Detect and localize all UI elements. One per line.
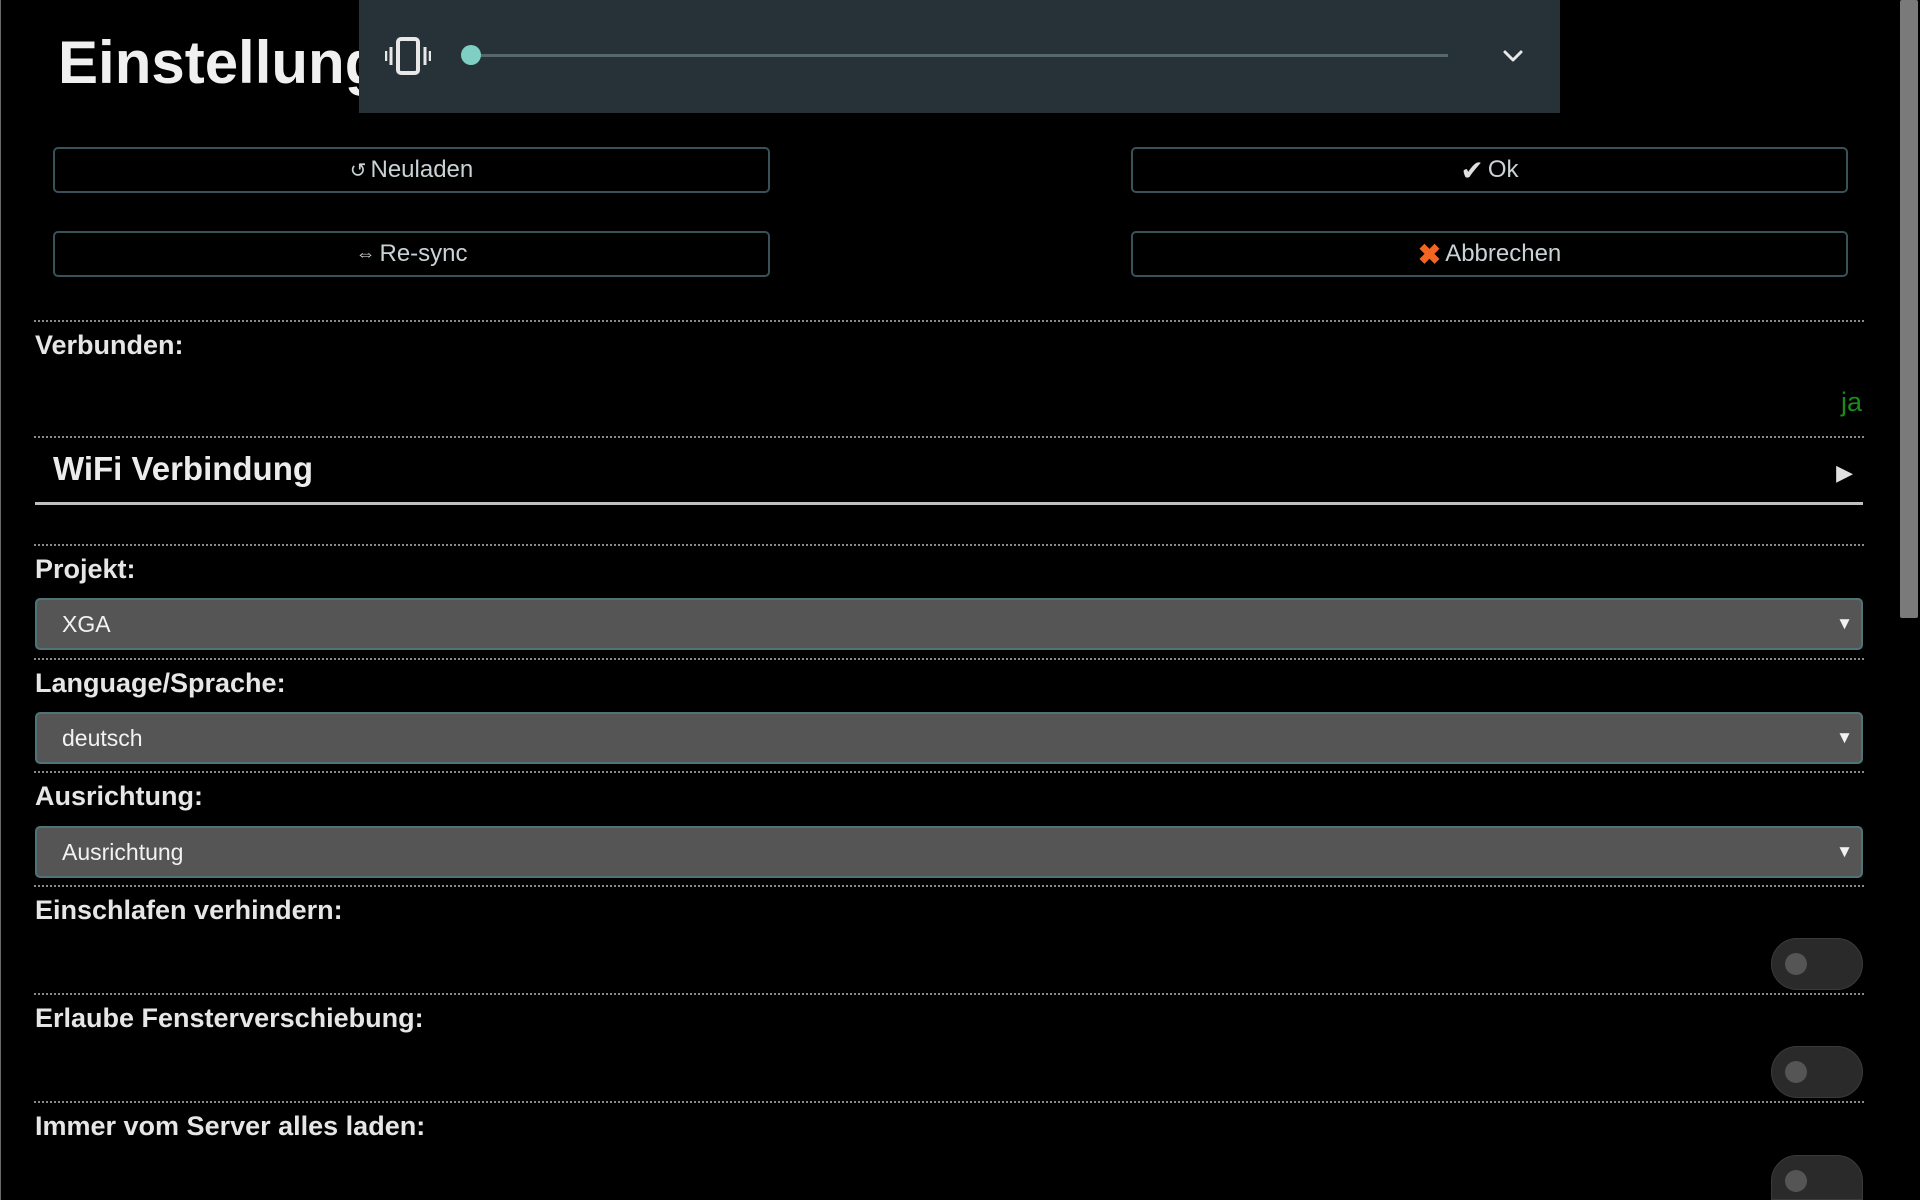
dropdown-arrow-icon: ▼ [1836,614,1853,633]
language-select[interactable]: deutsch ▼ [35,712,1863,764]
wifi-section-title: WiFi Verbindung [53,450,314,487]
resync-button-label: Re-sync [379,240,468,267]
dropdown-arrow-icon: ▼ [1836,728,1853,747]
ok-button[interactable]: ✔ Ok [1131,147,1848,193]
language-label: Language/Sprache: [35,668,286,698]
checkmark-icon: ✔ [1460,154,1484,186]
reload-icon: ↺ [349,159,367,182]
media-control-bar [359,0,1560,113]
orientation-select[interactable]: Ausrichtung ▼ [35,826,1863,878]
scrollbar-thumb[interactable] [1900,0,1918,618]
scrollbar[interactable] [1900,0,1920,1200]
window-border [0,0,1,1200]
divider [34,885,1864,887]
language-select-value: deutsch [62,725,143,751]
divider [34,771,1864,773]
ok-button-label: Ok [1487,156,1519,183]
toggle-knob [1785,1170,1807,1192]
swap-arrows-icon: ⇔ [355,242,376,265]
project-select[interactable]: XGA ▼ [35,598,1863,650]
project-label: Projekt: [35,554,136,584]
toggle-knob [1785,953,1807,975]
expand-triangle-icon[interactable]: ▶ [1836,460,1853,486]
settings-page: Einstellungen ↺ Neuladen ✔ Ok ⇔ Re-sync … [0,0,1920,1200]
divider [34,544,1864,546]
divider [34,1101,1864,1103]
prevent-sleep-label: Einschlafen verhindern: [35,895,343,925]
orientation-select-value: Ausrichtung [62,839,184,865]
always-load-server-toggle[interactable] [1771,1155,1863,1200]
toggle-knob [1785,1061,1807,1083]
cancel-button-label: Abbrechen [1445,240,1562,267]
reload-button-label: Neuladen [370,156,474,183]
reload-button[interactable]: ↺ Neuladen [53,147,770,193]
allow-window-move-toggle[interactable] [1771,1046,1863,1098]
connection-label: Verbunden: [35,330,184,360]
vibrate-icon[interactable] [385,33,431,79]
divider [34,320,1864,322]
always-load-server-label: Immer vom Server alles laden: [35,1111,426,1141]
media-slider-thumb[interactable] [461,45,481,65]
orientation-label: Ausrichtung: [35,781,203,811]
prevent-sleep-toggle[interactable] [1771,938,1863,990]
divider [34,658,1864,660]
resync-button[interactable]: ⇔ Re-sync [53,231,770,277]
divider [34,993,1864,995]
divider [34,436,1864,438]
media-slider[interactable] [461,45,1448,65]
close-icon: ✖ [1417,238,1442,270]
wifi-section-header[interactable]: WiFi Verbindung ▶ [35,440,1863,505]
allow-window-move-label: Erlaube Fensterverschiebung: [35,1003,424,1033]
chevron-down-icon[interactable] [1497,40,1529,72]
cancel-button[interactable]: ✖ Abbrechen [1131,231,1848,277]
project-select-value: XGA [62,611,111,637]
dropdown-arrow-icon: ▼ [1836,842,1853,861]
connection-status-value: ja [1840,387,1862,417]
